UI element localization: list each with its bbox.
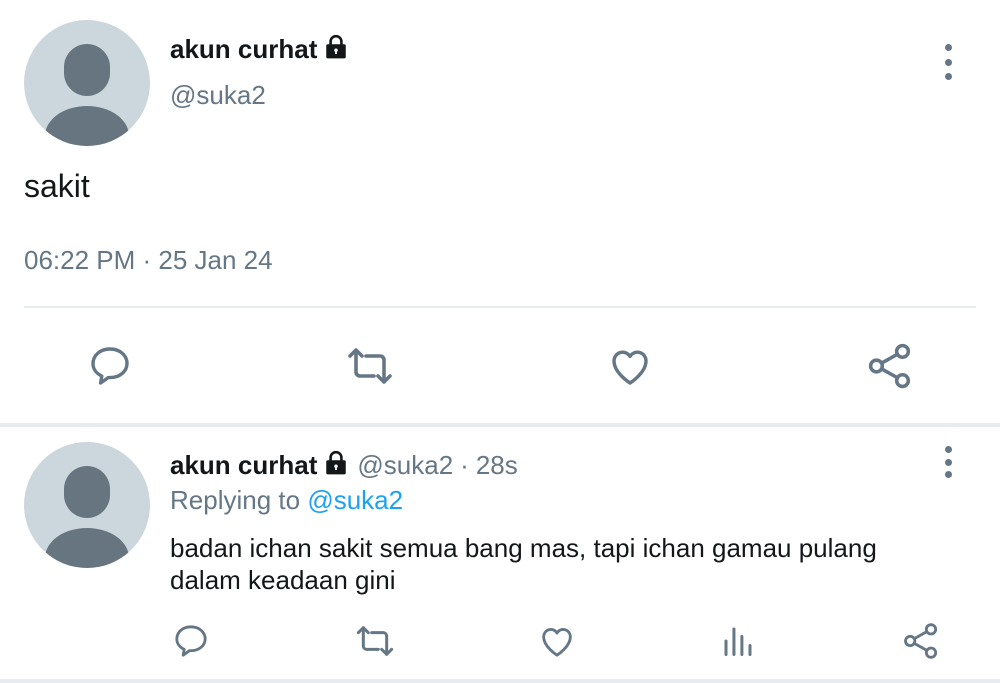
section-divider xyxy=(0,423,1000,427)
main-tweet-author-name[interactable]: akun curhat xyxy=(170,34,317,65)
share-button[interactable] xyxy=(864,340,916,392)
like-button[interactable] xyxy=(604,340,656,392)
retweet-button[interactable] xyxy=(342,340,398,392)
bottom-divider xyxy=(0,679,1000,683)
replying-to-link[interactable]: @suka2 xyxy=(307,485,403,515)
divider xyxy=(24,306,976,308)
lock-icon xyxy=(323,450,349,481)
reply-tweet-text-line: badan ichan sakit semua bang mas, tapi i… xyxy=(170,533,877,563)
like-icon xyxy=(612,350,648,385)
like-button[interactable] xyxy=(536,620,578,662)
analytics-button[interactable] xyxy=(718,620,758,662)
reply-tweet-text-line: dalam keadaan gini xyxy=(170,565,396,595)
share-button[interactable] xyxy=(900,620,942,662)
main-tweet-handle[interactable]: @suka2 xyxy=(170,80,266,111)
reply-icon xyxy=(91,347,129,385)
share-icon xyxy=(868,343,911,389)
reply-tweet-separator: · xyxy=(460,450,469,480)
replying-to-prefix: Replying to xyxy=(170,485,301,515)
lock-icon xyxy=(323,34,349,65)
more-icon[interactable] xyxy=(936,44,960,80)
like-icon xyxy=(542,628,572,657)
share-icon xyxy=(904,623,938,659)
reply-tweet-avatar[interactable] xyxy=(24,442,150,568)
reply-icon xyxy=(175,625,207,657)
retweet-icon xyxy=(348,348,392,384)
main-tweet-timestamp[interactable]: 06:22 PM · 25 Jan 24 xyxy=(24,245,273,276)
main-tweet-author-row: akun curhat xyxy=(170,34,349,65)
more-icon[interactable] xyxy=(936,446,960,478)
replying-to-line: Replying to @suka2 xyxy=(170,485,403,516)
retweet-button[interactable] xyxy=(352,620,398,662)
analytics-icon xyxy=(724,627,752,656)
reply-button[interactable] xyxy=(84,340,136,392)
retweet-icon xyxy=(356,626,394,656)
reply-tweet-handle[interactable]: @suka2 xyxy=(357,450,453,481)
reply-tweet-author-row: akun curhat @suka2 · 28s xyxy=(170,450,518,481)
reply-tweet-text: badan ichan sakit semua bang mas, tapi i… xyxy=(170,532,877,596)
reply-tweet-author-name[interactable]: akun curhat xyxy=(170,450,317,481)
reply-button[interactable] xyxy=(170,620,212,662)
reply-tweet-time[interactable]: 28s xyxy=(476,450,518,481)
main-tweet-avatar[interactable] xyxy=(24,20,150,146)
main-tweet-text: sakit xyxy=(24,168,90,204)
